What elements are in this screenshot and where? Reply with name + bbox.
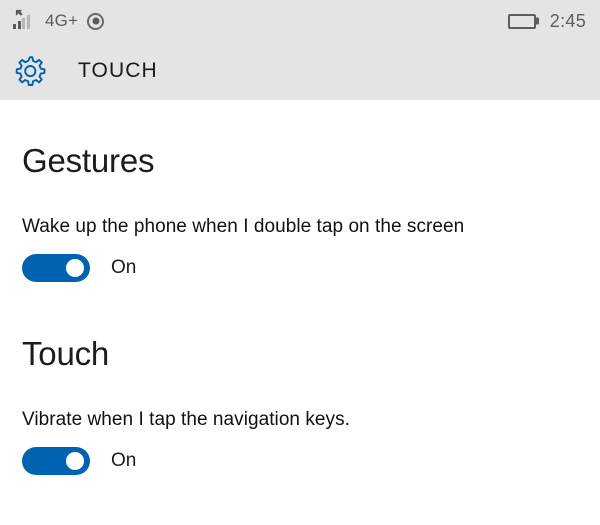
status-clock: 2:45 [549, 10, 586, 31]
status-bar-right: 2:45 [507, 10, 586, 32]
toggle-knob [66, 259, 84, 277]
gear-icon[interactable] [12, 53, 48, 89]
network-type-label: 4G+ [45, 11, 79, 30]
toggle-state-double-tap-wake: On [111, 257, 137, 278]
signal-bar-2 [17, 21, 21, 29]
setting-row-vibrate-nav-keys: On [22, 447, 600, 475]
toggle-state-vibrate-nav-keys: On [111, 450, 137, 471]
setting-label-vibrate-nav-keys: Vibrate when I tap the navigation keys. [22, 409, 350, 430]
section-heading-gestures: Gestures [22, 142, 155, 179]
app-header: TOUCH [0, 42, 600, 100]
toggle-knob [66, 452, 84, 470]
settings-content: Gestures Wake up the phone when I double… [0, 144, 600, 475]
recording-dot-icon [87, 12, 105, 30]
status-bar-left: 4G+ [12, 9, 105, 33]
toggle-vibrate-nav-keys[interactable] [22, 447, 90, 475]
section-gestures: Gestures Wake up the phone when I double… [22, 144, 600, 282]
signal-strength-icon [12, 9, 36, 33]
signal-bars-icon [13, 15, 30, 29]
section-touch: Touch Vibrate when I tap the navigation … [22, 337, 600, 475]
setting-label-double-tap-wake: Wake up the phone when I double tap on t… [22, 216, 465, 237]
toggle-double-tap-wake[interactable] [22, 254, 90, 282]
battery-icon [507, 13, 536, 29]
signal-bar-4 [26, 15, 30, 29]
status-bar: 4G+ 2:45 [0, 0, 600, 42]
section-heading-touch: Touch [22, 335, 110, 372]
page-title: TOUCH [78, 59, 158, 82]
signal-bar-1 [13, 24, 16, 29]
setting-row-double-tap-wake: On [22, 254, 600, 282]
signal-bar-3 [22, 18, 25, 29]
